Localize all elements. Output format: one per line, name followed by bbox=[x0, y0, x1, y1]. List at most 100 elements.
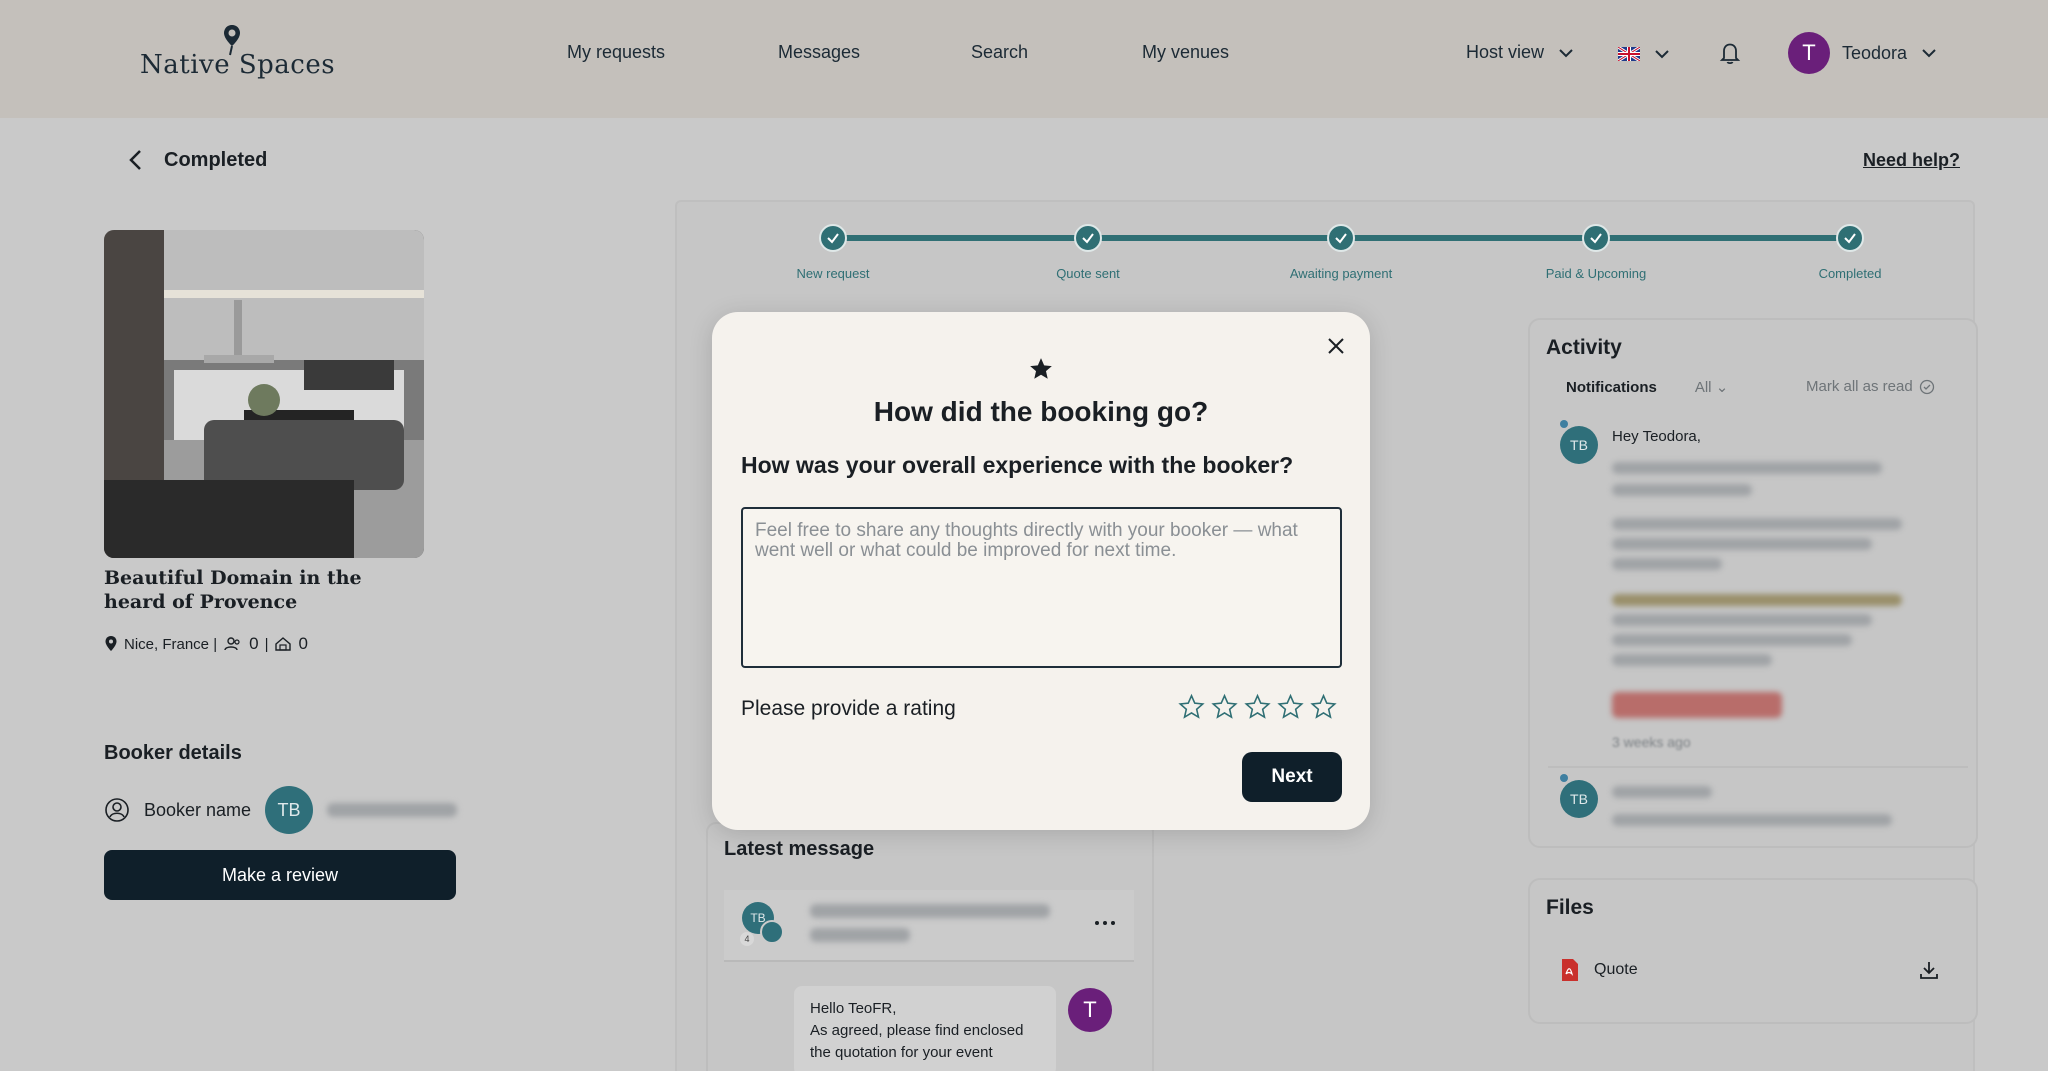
user-menu[interactable]: T Teodora bbox=[1788, 32, 1939, 74]
latest-message-bubble: Hello TeoFR, As agreed, please find encl… bbox=[794, 986, 1056, 1071]
notification-text-redacted bbox=[1612, 786, 1712, 798]
star-outline-icon[interactable] bbox=[1277, 692, 1304, 722]
step-new-request: New request bbox=[743, 222, 923, 281]
notification-avatar: TB bbox=[1560, 426, 1598, 464]
notification-text-redacted bbox=[1612, 614, 1872, 626]
notification-text-redacted bbox=[1612, 654, 1772, 666]
step-label: Quote sent bbox=[1056, 266, 1120, 281]
step-label: Completed bbox=[1818, 266, 1882, 281]
notification-text-redacted bbox=[1612, 634, 1852, 646]
files-heading: Files bbox=[1546, 896, 1594, 919]
booker-row: Booker name TB bbox=[104, 786, 458, 834]
star-outline-icon[interactable] bbox=[1310, 692, 1337, 722]
step-label: New request bbox=[796, 266, 870, 281]
unread-dot bbox=[1560, 774, 1568, 782]
host-view-dropdown[interactable]: Host view bbox=[1466, 42, 1576, 63]
divider bbox=[1548, 766, 1968, 768]
nav-search[interactable]: Search bbox=[971, 42, 1028, 63]
back-navigation[interactable]: Completed bbox=[126, 148, 267, 172]
language-dropdown[interactable] bbox=[1618, 44, 1672, 64]
thread-subtitle-redacted bbox=[810, 928, 910, 942]
nav-my-venues[interactable]: My venues bbox=[1142, 42, 1229, 63]
latest-message-heading: Latest message bbox=[724, 838, 875, 860]
star-icon bbox=[1030, 358, 1052, 379]
notification-avatar: TB bbox=[1560, 780, 1598, 818]
notification-text-redacted bbox=[1612, 558, 1722, 570]
check-icon bbox=[1074, 224, 1102, 252]
notification-text-redacted bbox=[1612, 518, 1902, 530]
mark-all-read-button[interactable]: Mark all as read bbox=[1806, 378, 1935, 395]
check-circle-icon bbox=[1919, 379, 1934, 394]
native-spaces-logo[interactable]: Native Spaces bbox=[140, 25, 335, 88]
top-navigation-bar: Native Spaces My requests Messages Searc… bbox=[0, 0, 2048, 118]
booker-avatar: TB bbox=[265, 786, 314, 834]
need-help-link[interactable]: Need help? bbox=[1863, 150, 1960, 171]
notification-text-redacted bbox=[1612, 814, 1892, 826]
venue-meta: Nice, France | 0 | 0 bbox=[104, 634, 308, 654]
host-view-label: Host view bbox=[1466, 42, 1545, 62]
step-label: Awaiting payment bbox=[1289, 266, 1393, 281]
next-button[interactable]: Next bbox=[1242, 752, 1342, 802]
nav-messages[interactable]: Messages bbox=[778, 42, 860, 63]
modal-title: How did the booking go? bbox=[873, 396, 1209, 427]
venue-title: Beautiful Domain in the heard of Provenc… bbox=[104, 567, 362, 613]
venue-photo-image bbox=[104, 230, 424, 558]
nav-my-requests[interactable]: My requests bbox=[567, 42, 665, 63]
file-row-quote[interactable]: Quote bbox=[1560, 958, 1940, 982]
step-quote-sent: Quote sent bbox=[998, 222, 1178, 281]
chevron-left-icon bbox=[129, 150, 141, 170]
venue-room-count: 0 bbox=[298, 634, 308, 653]
filter-all-label: All bbox=[1694, 379, 1712, 396]
activity-heading: Activity bbox=[1546, 336, 1622, 359]
mark-all-read-label: Mark all as read bbox=[1806, 378, 1913, 395]
booker-name-label: Booker name bbox=[144, 799, 252, 820]
star-outline-icon[interactable] bbox=[1178, 692, 1205, 722]
notification-greeting: Hey Teodora, bbox=[1612, 428, 1701, 445]
thread-participant-count: 4 bbox=[740, 932, 754, 946]
notification-time: 3 weeks ago bbox=[1612, 734, 1691, 750]
venue-location: Nice, France | bbox=[124, 635, 218, 653]
download-icon[interactable] bbox=[1918, 959, 1940, 981]
user-circle-icon bbox=[105, 798, 129, 822]
uk-flag-icon bbox=[1618, 47, 1640, 61]
meta-separator: | bbox=[264, 635, 269, 653]
location-pin-icon bbox=[105, 636, 117, 651]
bell-icon[interactable] bbox=[1718, 40, 1742, 66]
filter-all-dropdown[interactable]: All ⌄ bbox=[1695, 378, 1728, 396]
notification-text-redacted bbox=[1612, 538, 1872, 550]
rating-label: Please provide a rating bbox=[741, 697, 956, 720]
feedback-textarea[interactable] bbox=[741, 507, 1342, 668]
star-rating[interactable] bbox=[1178, 692, 1337, 722]
tab-notifications[interactable]: Notifications bbox=[1566, 379, 1657, 396]
chevron-down-icon bbox=[1559, 48, 1573, 57]
star-outline-icon[interactable] bbox=[1211, 692, 1238, 722]
step-label: Paid & Upcoming bbox=[1545, 266, 1647, 281]
message-sender-avatar: T bbox=[1068, 988, 1112, 1032]
close-modal-button[interactable] bbox=[1322, 332, 1350, 360]
notification-text-redacted bbox=[1612, 484, 1752, 496]
more-options-icon[interactable] bbox=[1094, 920, 1116, 926]
notification-text-redacted bbox=[1612, 594, 1902, 606]
make-a-review-button[interactable]: Make a review bbox=[104, 850, 456, 900]
check-icon bbox=[1327, 224, 1355, 252]
booker-name-redacted bbox=[327, 803, 458, 817]
activity-panel bbox=[1528, 318, 1978, 848]
check-icon bbox=[819, 224, 847, 252]
notification-text-redacted bbox=[1612, 462, 1882, 474]
check-icon bbox=[1836, 224, 1864, 252]
thread-user-icon bbox=[760, 920, 784, 944]
venue-guest-count: 0 bbox=[249, 634, 259, 653]
thread-title-redacted bbox=[810, 904, 1050, 918]
user-avatar: T bbox=[1788, 32, 1830, 74]
booking-status-stepper: New request Quote sent Awaiting payment … bbox=[790, 222, 1881, 282]
chevron-down-icon bbox=[1655, 50, 1669, 59]
star-outline-icon[interactable] bbox=[1244, 692, 1271, 722]
venue-photo bbox=[104, 230, 424, 558]
step-awaiting-payment: Awaiting payment bbox=[1251, 222, 1431, 281]
activity-tabs: Notifications All ⌄ bbox=[1566, 378, 1728, 397]
pdf-file-icon bbox=[1562, 959, 1578, 981]
unread-dot bbox=[1560, 420, 1568, 428]
check-icon bbox=[1582, 224, 1610, 252]
message-thread-header[interactable]: TB 4 bbox=[724, 890, 1134, 962]
step-paid-upcoming: Paid & Upcoming bbox=[1506, 222, 1686, 281]
